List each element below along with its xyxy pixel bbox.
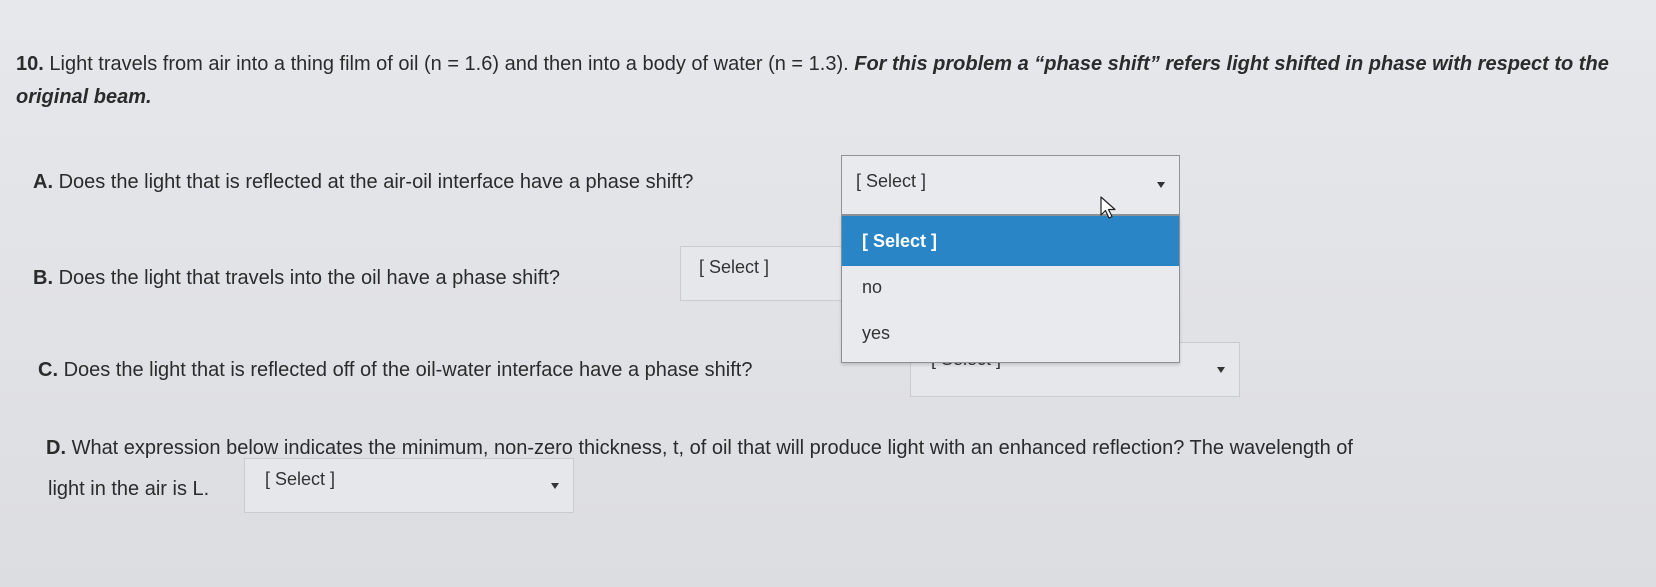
part-a-select-value: [ Select ]	[856, 171, 927, 191]
part-d-prompt-cont: light in the air is L.	[48, 476, 209, 502]
part-d-select-value: [ Select ]	[265, 469, 336, 489]
caret-down-icon	[1217, 367, 1225, 373]
part-d-prompt: D. What expression below indicates the m…	[46, 435, 1353, 461]
caret-down-icon	[551, 483, 559, 489]
part-c-text: Does the light that is reflected off of …	[63, 359, 753, 381]
part-c-letter: C.	[38, 359, 58, 381]
part-a-dropdown-list: [ Select ] no yes	[841, 215, 1180, 363]
question-header: 10. Light travels from air into a thing …	[16, 48, 1626, 114]
part-c-prompt: C. Does the light that is reflected off …	[38, 357, 752, 383]
mouse-pointer-icon	[1100, 196, 1118, 225]
question-number: 10.	[16, 53, 44, 75]
part-a-text: Does the light that is reflected at the …	[58, 171, 694, 193]
part-b-select[interactable]: [ Select ]	[680, 246, 850, 301]
part-d-select[interactable]: [ Select ]	[244, 458, 574, 513]
dropdown-option-no[interactable]: no	[842, 272, 1179, 302]
part-b-prompt: B. Does the light that travels into the …	[33, 265, 560, 291]
part-b-text: Does the light that travels into the oil…	[58, 267, 560, 289]
question-text: Light travels from air into a thing film…	[49, 53, 849, 75]
part-b-select-value: [ Select ]	[699, 257, 770, 277]
part-d-text2: light in the air is L.	[48, 478, 210, 500]
part-a-letter: A.	[33, 171, 53, 193]
part-a-prompt: A. Does the light that is reflected at t…	[33, 169, 693, 195]
part-d-letter: D.	[46, 437, 66, 459]
part-d-text: What expression below indicates the mini…	[71, 437, 1353, 459]
caret-down-icon	[1157, 182, 1165, 188]
part-a-select[interactable]: [ Select ]	[841, 155, 1180, 215]
dropdown-option-yes[interactable]: yes	[842, 318, 1179, 348]
part-b-letter: B.	[33, 267, 53, 289]
dropdown-option-select[interactable]: [ Select ]	[842, 216, 1179, 266]
